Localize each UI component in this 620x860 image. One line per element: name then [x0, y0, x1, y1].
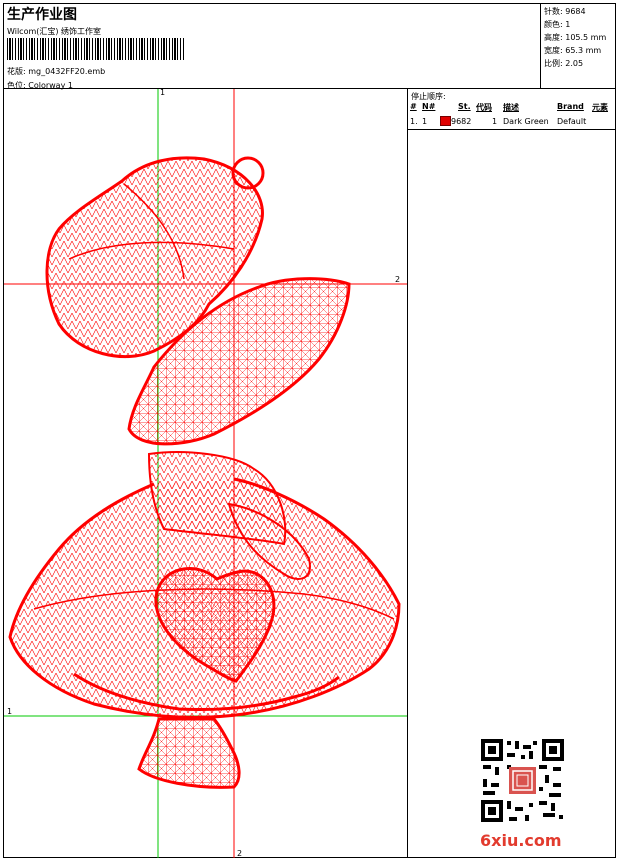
design-canvas: 1 2 1 2	[4, 89, 407, 858]
page-title: 生产作业图	[7, 7, 77, 23]
col-header-needle: N#	[422, 102, 436, 111]
guide-label-h2: 2	[395, 275, 400, 284]
embroidery-preview: 1 2 1 2	[4, 89, 407, 858]
site-watermark: 6xiu.com	[480, 831, 562, 850]
stats-panel: 针数: 9684 颜色: 1 高度: 105.5 mm 宽度: 65.3 mm …	[540, 4, 616, 88]
row-description: Dark Green	[503, 117, 549, 126]
design-label: 花版:	[7, 67, 26, 76]
design-file: 花版: mg_0432FF20.emb	[7, 66, 105, 77]
guide-label-v1: 1	[160, 89, 165, 97]
design-width: 宽度: 65.3 mm	[544, 46, 602, 55]
guide-label-h1: 1	[7, 707, 12, 716]
col-header-brand: Brand	[557, 102, 584, 111]
company-name: Wilcom(汇宝) 绣饰工作室	[7, 27, 102, 36]
watermark-text: 6xiu.com	[480, 831, 562, 850]
design-height: 高度: 105.5 mm	[544, 33, 607, 42]
stitch-count: 针数: 9684	[544, 7, 586, 16]
row-needle: 1	[422, 117, 428, 126]
color-count: 颜色: 1	[544, 20, 571, 29]
stop-sequence-title: 停止顺序:	[411, 92, 446, 101]
col-header-element: 元素	[592, 103, 608, 112]
table-row: 1. 1 9682 1 Dark Green Default	[408, 117, 615, 129]
shoes	[137, 717, 241, 789]
row-stitches: 9682	[451, 117, 472, 126]
embroidery-figure	[8, 156, 401, 789]
barcode	[7, 38, 185, 60]
row-code: 1	[492, 117, 498, 126]
row-brand: Default	[557, 117, 587, 126]
col-header-stitches: St.	[458, 102, 471, 111]
col-header-code: 代码	[476, 103, 492, 112]
table-bottom-rule	[408, 129, 615, 130]
col-header-description: 描述	[503, 103, 519, 112]
panel-divider	[407, 88, 408, 858]
design-scale: 比例: 2.05	[544, 59, 584, 68]
col-header-num: #	[410, 102, 417, 111]
header-left: 生产作业图 Wilcom(汇宝) 绣饰工作室 花版: mg_0432FF20.e…	[4, 4, 540, 90]
qr-code	[479, 737, 566, 824]
guide-label-v2: 2	[237, 849, 242, 858]
row-num: 1.	[410, 117, 418, 126]
design-value: mg_0432FF20.emb	[28, 67, 106, 76]
